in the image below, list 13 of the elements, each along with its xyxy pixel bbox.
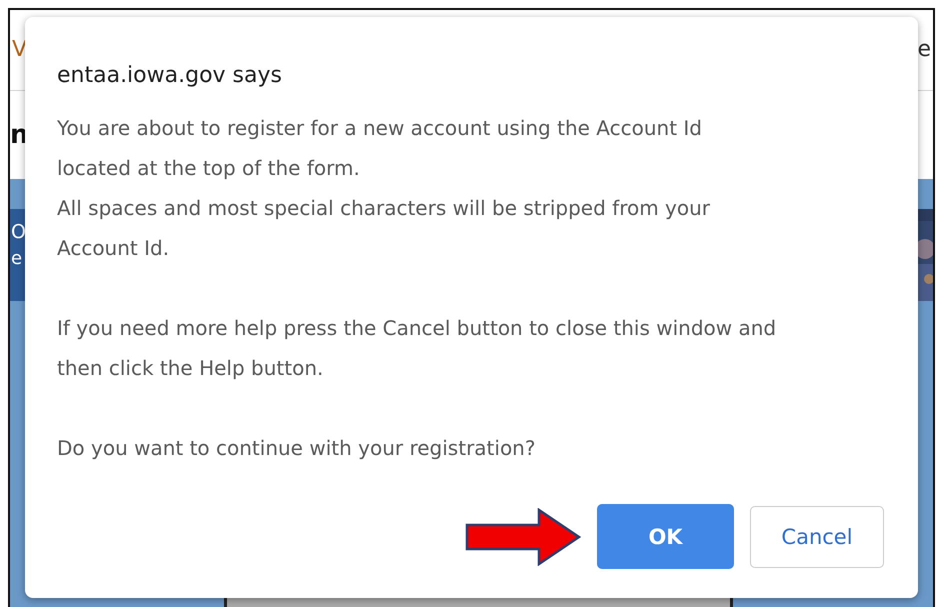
background-text: e	[917, 39, 931, 61]
message-text: If you need more help press the Cancel button to close this window and	[57, 315, 778, 342]
background-text: O	[11, 223, 26, 242]
message-text: All spaces and most special characters will be stripped from your	[57, 195, 712, 222]
message-text: Do you want to continue with your registration?	[57, 435, 536, 462]
message-text: You are about to register for a new account using the Account Id	[57, 115, 703, 142]
dialog-title: entaa.iowa.gov says	[57, 63, 283, 88]
message-text: located at the top of the form.	[57, 155, 361, 182]
background-text: e	[11, 250, 22, 268]
ok-button[interactable]: OK	[597, 504, 734, 569]
message-text: then click the Help button.	[57, 355, 324, 382]
cancel-button[interactable]: Cancel	[750, 506, 884, 568]
message-text: Account Id.	[57, 235, 170, 262]
